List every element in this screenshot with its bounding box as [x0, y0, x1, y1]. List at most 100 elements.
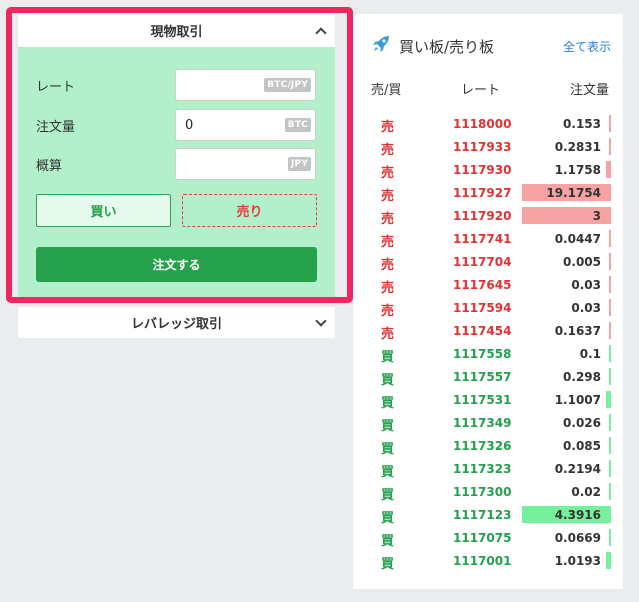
order-side: 売: [381, 304, 395, 319]
column-rate-header: レート: [461, 83, 501, 98]
estimate-row: 概算 JPY: [36, 148, 317, 180]
order-quantity: 0.1: [579, 347, 601, 361]
spot-order-form: レート BTC/JPY 注文量 0 BTC 概算 JPY 買い 売り 注文する: [18, 47, 335, 297]
order-side: 買: [381, 465, 395, 480]
order-quantity: 0.153: [563, 117, 601, 131]
depth-bar: [609, 414, 611, 431]
sell-order-row[interactable]: 売 1117454 0.1637: [353, 319, 623, 342]
rate-input[interactable]: BTC/JPY: [175, 69, 316, 101]
chevron-down-icon[interactable]: [315, 314, 327, 327]
show-all-link[interactable]: 全て表示: [563, 38, 611, 55]
order-rate: 1117557: [453, 370, 512, 384]
spot-trading-header[interactable]: 現物取引: [18, 14, 335, 47]
order-side: 売: [381, 189, 395, 204]
order-rate: 1117741: [453, 232, 512, 246]
amount-label: 注文量: [36, 119, 76, 135]
sell-order-row[interactable]: 売 1117594 0.03: [353, 296, 623, 319]
order-quantity: 4.3916: [554, 508, 601, 522]
order-quantity: 0.1637: [554, 324, 601, 338]
sell-order-row[interactable]: 売 1117645 0.03: [353, 273, 623, 296]
order-quantity: 1.1758: [554, 163, 601, 177]
depth-bar: [609, 253, 611, 270]
order-side: 売: [381, 327, 395, 342]
sell-order-row[interactable]: 売 1117933 0.2831: [353, 135, 623, 158]
sell-order-row[interactable]: 売 1117927 19.1754: [353, 181, 623, 204]
sell-order-row[interactable]: 売 1117704 0.005: [353, 250, 623, 273]
order-rate: 1117075: [453, 531, 512, 545]
rate-row: レート BTC/JPY: [36, 69, 317, 101]
order-side: 売: [381, 166, 395, 181]
buy-toggle-button[interactable]: 買い: [36, 194, 171, 227]
order-side: 売: [381, 258, 395, 273]
buy-order-row[interactable]: 買 1117123 4.3916: [353, 503, 623, 526]
order-side: 売: [381, 212, 395, 227]
buy-order-row[interactable]: 買 1117558 0.1: [353, 342, 623, 365]
sell-toggle-button[interactable]: 売り: [182, 194, 317, 227]
sell-order-row[interactable]: 売 1118000 0.153: [353, 112, 623, 135]
orderbook-title: 買い板/売り板: [399, 38, 495, 56]
column-qty-header: 注文量: [569, 83, 609, 98]
order-side: 買: [381, 350, 395, 365]
buy-order-row[interactable]: 買 1117557 0.298: [353, 365, 623, 388]
order-rate: 1117123: [453, 508, 512, 522]
order-side: 売: [381, 143, 395, 158]
depth-bar: [609, 345, 611, 362]
order-rate: 1118000: [453, 117, 512, 131]
sell-order-row[interactable]: 売 1117920 3: [353, 204, 623, 227]
order-side: 買: [381, 488, 395, 503]
buy-order-row[interactable]: 買 1117323 0.2194: [353, 457, 623, 480]
depth-bar: [609, 529, 611, 546]
order-quantity: 0.026: [563, 416, 601, 430]
buy-order-row[interactable]: 買 1117300 0.02: [353, 480, 623, 503]
buy-order-row[interactable]: 買 1117531 1.1007: [353, 388, 623, 411]
depth-bar: [609, 299, 611, 316]
depth-bar: [609, 276, 611, 293]
leverage-trading-header[interactable]: レバレッジ取引: [18, 307, 335, 338]
sell-order-row[interactable]: 売 1117741 0.0447: [353, 227, 623, 250]
depth-bar: [609, 230, 611, 247]
depth-bar: [609, 483, 611, 500]
order-rate: 1117594: [453, 301, 512, 315]
amount-row: 注文量 0 BTC: [36, 109, 317, 141]
order-rate: 1117645: [453, 278, 512, 292]
amount-input[interactable]: 0 BTC: [175, 109, 316, 141]
depth-bar: [609, 460, 611, 477]
order-side: 売: [381, 235, 395, 250]
order-quantity: 0.0669: [554, 531, 601, 545]
order-quantity: 0.02: [571, 485, 601, 499]
order-side: 買: [381, 442, 395, 457]
depth-bar: [609, 115, 611, 132]
spot-trading-panel: 現物取引 レート BTC/JPY 注文量 0 BTC 概算 JPY 買い 売り …: [18, 14, 335, 338]
buy-order-row[interactable]: 買 1117349 0.026: [353, 411, 623, 434]
order-side: 買: [381, 557, 395, 572]
order-side: 買: [381, 419, 395, 434]
order-rate: 1117323: [453, 462, 512, 476]
sell-order-row[interactable]: 売 1117930 1.1758: [353, 158, 623, 181]
buy-order-row[interactable]: 買 1117326 0.085: [353, 434, 623, 457]
order-side: 買: [381, 396, 395, 411]
order-quantity: 1.1007: [554, 393, 601, 407]
place-order-button[interactable]: 注文する: [36, 247, 317, 282]
buy-order-row[interactable]: 買 1117075 0.0669: [353, 526, 623, 549]
order-side: 買: [381, 534, 395, 549]
order-quantity: 0.2831: [554, 140, 601, 154]
order-quantity: 19.1754: [546, 186, 601, 200]
order-rate: 1117704: [453, 255, 512, 269]
order-rate: 1117300: [453, 485, 512, 499]
trading-page: 現物取引 レート BTC/JPY 注文量 0 BTC 概算 JPY 買い 売り …: [0, 0, 639, 602]
chevron-up-icon[interactable]: [315, 26, 327, 39]
order-rate: 1117326: [453, 439, 512, 453]
order-quantity: 0.03: [571, 301, 601, 315]
order-side: 買: [381, 511, 395, 526]
order-side: 買: [381, 373, 395, 388]
order-rate: 1117454: [453, 324, 512, 338]
depth-bar: [609, 368, 611, 385]
order-quantity: 0.0447: [554, 232, 601, 246]
depth-bar: [606, 161, 611, 178]
estimate-label: 概算: [36, 158, 63, 174]
buy-order-row[interactable]: 買 1117001 1.0193: [353, 549, 623, 572]
estimate-input[interactable]: JPY: [175, 148, 316, 180]
depth-bar: [609, 322, 611, 339]
estimate-unit-badge: JPY: [287, 157, 311, 171]
order-rate: 1117927: [453, 186, 512, 200]
